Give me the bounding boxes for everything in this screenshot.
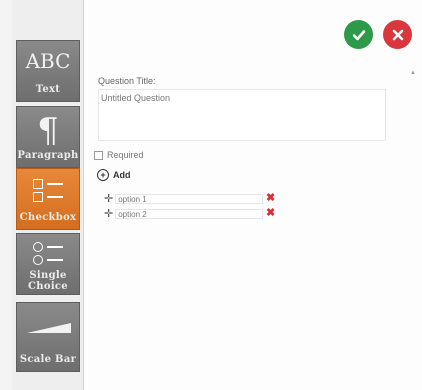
question-type-sidebar: ABC Text ¶ Paragraph Checkbox Single Cho… [12, 0, 84, 390]
tool-paragraph[interactable]: ¶ Paragraph [16, 106, 80, 168]
scroll-up-icon[interactable]: ▲ [410, 70, 416, 76]
tool-label-checkbox: Checkbox [19, 212, 77, 223]
checkmark-icon [352, 29, 365, 40]
tool-label-text: Text [35, 84, 61, 95]
radio-list-icon [33, 240, 65, 268]
question-title-label: Question Title: [98, 76, 156, 86]
tool-label-single-choice: Single Choice [28, 270, 68, 292]
abc-text-icon: ABC [25, 49, 71, 73]
tool-label-paragraph: Paragraph [17, 150, 79, 161]
close-icon [392, 29, 403, 40]
option-input[interactable]: option 2 [115, 208, 264, 219]
add-label: Add [113, 170, 131, 180]
required-toggle[interactable]: Required [94, 150, 144, 160]
tool-label-scale-bar: Scale Bar [19, 354, 77, 365]
move-handle-icon[interactable]: ✛ [104, 192, 113, 205]
tool-text[interactable]: ABC Text [16, 40, 80, 102]
option-row: ✛ option 2 [104, 207, 264, 220]
pilcrow-icon: ¶ [37, 111, 59, 151]
delete-option-button[interactable]: ✖ [266, 206, 275, 219]
question-title-input[interactable]: Untitled Question [98, 89, 386, 141]
tool-checkbox[interactable]: Checkbox [16, 168, 80, 230]
checkbox-list-icon [33, 177, 65, 203]
required-checkbox[interactable] [94, 150, 103, 160]
option-input[interactable]: option 1 [115, 193, 264, 204]
tool-scale-bar[interactable]: Scale Bar [16, 302, 80, 372]
add-option-button[interactable]: + Add [97, 169, 131, 181]
form-actions [344, 20, 412, 49]
cancel-button[interactable] [383, 20, 412, 49]
required-label: Required [107, 150, 144, 160]
add-circle-icon: + [97, 169, 109, 181]
scrollbar[interactable]: ▲ [410, 70, 416, 390]
tool-single-choice[interactable]: Single Choice [16, 233, 80, 295]
scale-icon [27, 323, 71, 333]
option-row: ✛ option 1 [104, 192, 264, 205]
delete-option-button[interactable]: ✖ [266, 191, 275, 204]
confirm-button[interactable] [344, 20, 373, 49]
move-handle-icon[interactable]: ✛ [104, 207, 113, 220]
